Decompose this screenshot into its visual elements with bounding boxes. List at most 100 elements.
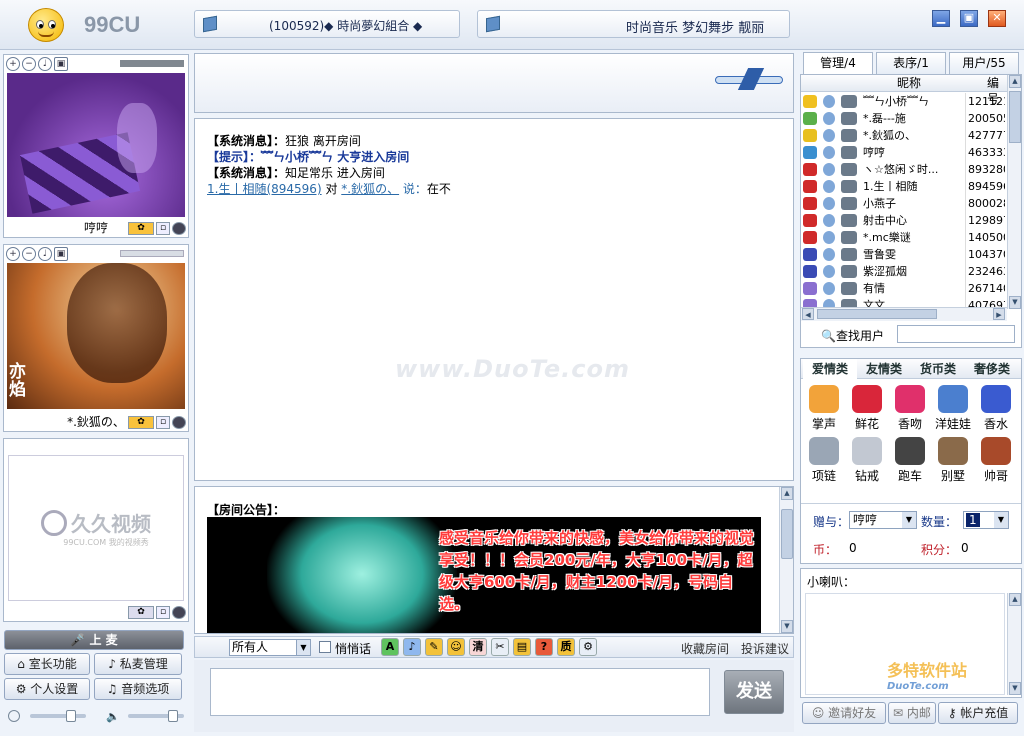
volume-bar[interactable] [120, 250, 184, 257]
clear-icon[interactable]: 清 [469, 638, 487, 656]
scissors-icon[interactable]: ✂ [491, 638, 509, 656]
gift-icon[interactable]: ✿ [128, 416, 154, 429]
sound-icon[interactable]: ♪ [403, 638, 421, 656]
gift-item[interactable]: 香吻 [889, 385, 931, 432]
gift-item[interactable]: 别墅 [932, 437, 974, 484]
user-row[interactable]: 哼哼 463333 [801, 144, 1005, 161]
minimize-button[interactable]: ▁ [932, 10, 950, 27]
pen-icon[interactable]: ✎ [425, 638, 443, 656]
qty-select[interactable]: 1 ▼ [963, 511, 1009, 529]
gift-item[interactable]: 鲜花 [846, 385, 888, 432]
user-row[interactable]: 有情 267140 [801, 280, 1005, 297]
camera-icon[interactable]: ▣ [54, 247, 68, 261]
user-row[interactable]: ﹌ㄣ小桥﹌ㄣ 121121 [801, 93, 1005, 110]
user-row[interactable]: 紫涩孤烟 232463 [801, 263, 1005, 280]
user-row[interactable]: *.鈥狐の、 427777 [801, 127, 1005, 144]
scroll-up-icon[interactable]: ▲ [1009, 75, 1021, 88]
gift-icon[interactable]: ✿ [128, 606, 154, 619]
gift-item[interactable]: 帅哥 [975, 437, 1017, 484]
picture-icon[interactable]: ▤ [513, 638, 531, 656]
chevron-down-icon[interactable]: ▼ [994, 512, 1008, 528]
emoji-icon[interactable]: ☺ [447, 638, 465, 656]
settings-icon[interactable]: ⚙ [579, 638, 597, 656]
chevron-down-icon[interactable] [172, 416, 186, 429]
tab-currency-gifts[interactable]: 货币类 [911, 359, 965, 379]
complain-link[interactable]: 投诉建议 [741, 640, 789, 657]
user-row[interactable]: 1.生丨相随 894596 [801, 178, 1005, 195]
invite-friends-button[interactable]: ☺ 邀请好友 [802, 702, 886, 724]
close-button[interactable]: ✕ [988, 10, 1006, 27]
scroll-up-icon[interactable]: ▲ [1009, 593, 1021, 606]
tab-admin[interactable]: 管理/4 [803, 52, 873, 74]
menu-icon[interactable]: ▫ [156, 606, 170, 619]
zoom-out-icon[interactable]: − [22, 247, 36, 261]
mic-icon[interactable]: ♩ [38, 57, 52, 71]
mic-volume-slider[interactable] [128, 710, 184, 722]
user-list-scrollbar[interactable]: ▲ ▼ [1007, 75, 1021, 309]
find-user-input[interactable] [897, 325, 1015, 343]
gift-item[interactable]: 跑车 [889, 437, 931, 484]
chevron-down-icon[interactable] [172, 222, 186, 235]
private-mic-button[interactable]: ♪ 私麦管理 [94, 653, 182, 675]
tab-order[interactable]: 表序/1 [876, 52, 946, 74]
favorite-room-link[interactable]: 收藏房间 [681, 640, 729, 657]
tab-love-gifts[interactable]: 爱情类 [803, 359, 857, 379]
zoom-out-icon[interactable]: − [22, 57, 36, 71]
camera-icon[interactable]: ▣ [54, 57, 68, 71]
user-row[interactable]: ヽ☆悠闲ゞ时... 893280 [801, 161, 1005, 178]
gift-icon[interactable]: ✿ [128, 222, 154, 235]
menu-icon[interactable]: ▫ [156, 222, 170, 235]
volume-icon[interactable]: 🔈 [106, 710, 120, 723]
speaker-volume-slider[interactable] [30, 710, 86, 722]
scroll-right-icon[interactable]: ▶ [993, 308, 1005, 320]
whisper-checkbox[interactable] [319, 641, 331, 653]
tab-luxury-gifts[interactable]: 奢侈类 [965, 359, 1019, 379]
gift-item[interactable]: 钻戒 [846, 437, 888, 484]
sender-link[interactable]: 1.生丨相随(894596) [207, 182, 322, 196]
user-row[interactable]: *.磊---施 200505 [801, 110, 1005, 127]
host-functions-button[interactable]: ⌂ 室长功能 [4, 653, 90, 675]
col-nickname[interactable]: 昵称 [897, 75, 921, 91]
user-list[interactable]: 昵称 编号 ﹌ㄣ小桥﹌ㄣ 121121 *.磊---施 200505 *.鈥狐の、 427… [800, 74, 1022, 348]
gift-item[interactable]: 项链 [803, 437, 845, 484]
personal-settings-button[interactable]: ⚙ 个人设置 [4, 678, 90, 700]
user-row[interactable]: 射击中心 129897 [801, 212, 1005, 229]
inbox-button[interactable]: ✉ 内邮 [888, 702, 936, 724]
scroll-left-icon[interactable]: ◀ [802, 308, 814, 320]
font-icon[interactable]: A [381, 638, 399, 656]
give-to-select[interactable]: 哼哼 ▼ [849, 511, 917, 529]
volume-bar[interactable] [120, 60, 184, 67]
chevron-down-icon[interactable]: ▼ [902, 512, 916, 528]
audio-options-button[interactable]: ♫ 音频选项 [94, 678, 182, 700]
zoom-in-icon[interactable]: + [6, 57, 20, 71]
scroll-up-icon[interactable]: ▲ [781, 487, 793, 500]
mic-off-icon[interactable]: ♩ [38, 247, 52, 261]
speaker-icon[interactable] [8, 710, 20, 722]
announcement-scrollbar[interactable]: ▲ ▼ [779, 487, 793, 633]
chevron-down-icon[interactable]: ▼ [296, 640, 310, 655]
user-row[interactable]: 雪鲁雯 104370 [801, 246, 1005, 263]
room-ticker[interactable]: (100592)◆ 時尚夢幻組合 ◆ [194, 10, 460, 38]
scroll-down-icon[interactable]: ▼ [1009, 296, 1021, 309]
gift-item[interactable]: 香水 [975, 385, 1017, 432]
find-user-button[interactable]: 🔍查找用户 [821, 327, 884, 344]
gift-item[interactable]: 洋娃娃 [932, 385, 974, 432]
user-list-hscrollbar[interactable]: ◀ ▶ [801, 307, 1007, 321]
zoom-in-icon[interactable]: + [6, 247, 20, 261]
message-input[interactable] [210, 668, 710, 716]
quality-icon[interactable]: 质 [557, 638, 575, 656]
recipient-select[interactable]: 所有人 ▼ [229, 639, 311, 656]
tab-users[interactable]: 用户/55 [949, 52, 1019, 74]
gift-item[interactable]: 掌声 [803, 385, 845, 432]
send-button[interactable]: 发送 [724, 670, 784, 714]
menu-icon[interactable]: ▫ [156, 416, 170, 429]
mic-up-button[interactable]: 🎤 上 麦 [4, 630, 184, 650]
receiver-link[interactable]: *.鈥狐の、 [341, 182, 399, 196]
scroll-down-icon[interactable]: ▼ [781, 620, 793, 633]
help-icon[interactable]: ? [535, 638, 553, 656]
chevron-down-icon[interactable] [172, 606, 186, 619]
chat-log[interactable]: 【系统消息】：狂狼 离开房间 【提示】：﹌ㄣ小桥﹌ㄣ 大亨进入房间 【系统消息】：知… [194, 118, 794, 481]
user-row[interactable]: 小燕子 800028 [801, 195, 1005, 212]
recharge-button[interactable]: ⚷ 帐户充值 [938, 702, 1018, 724]
restore-button[interactable]: ▣ [960, 10, 978, 27]
